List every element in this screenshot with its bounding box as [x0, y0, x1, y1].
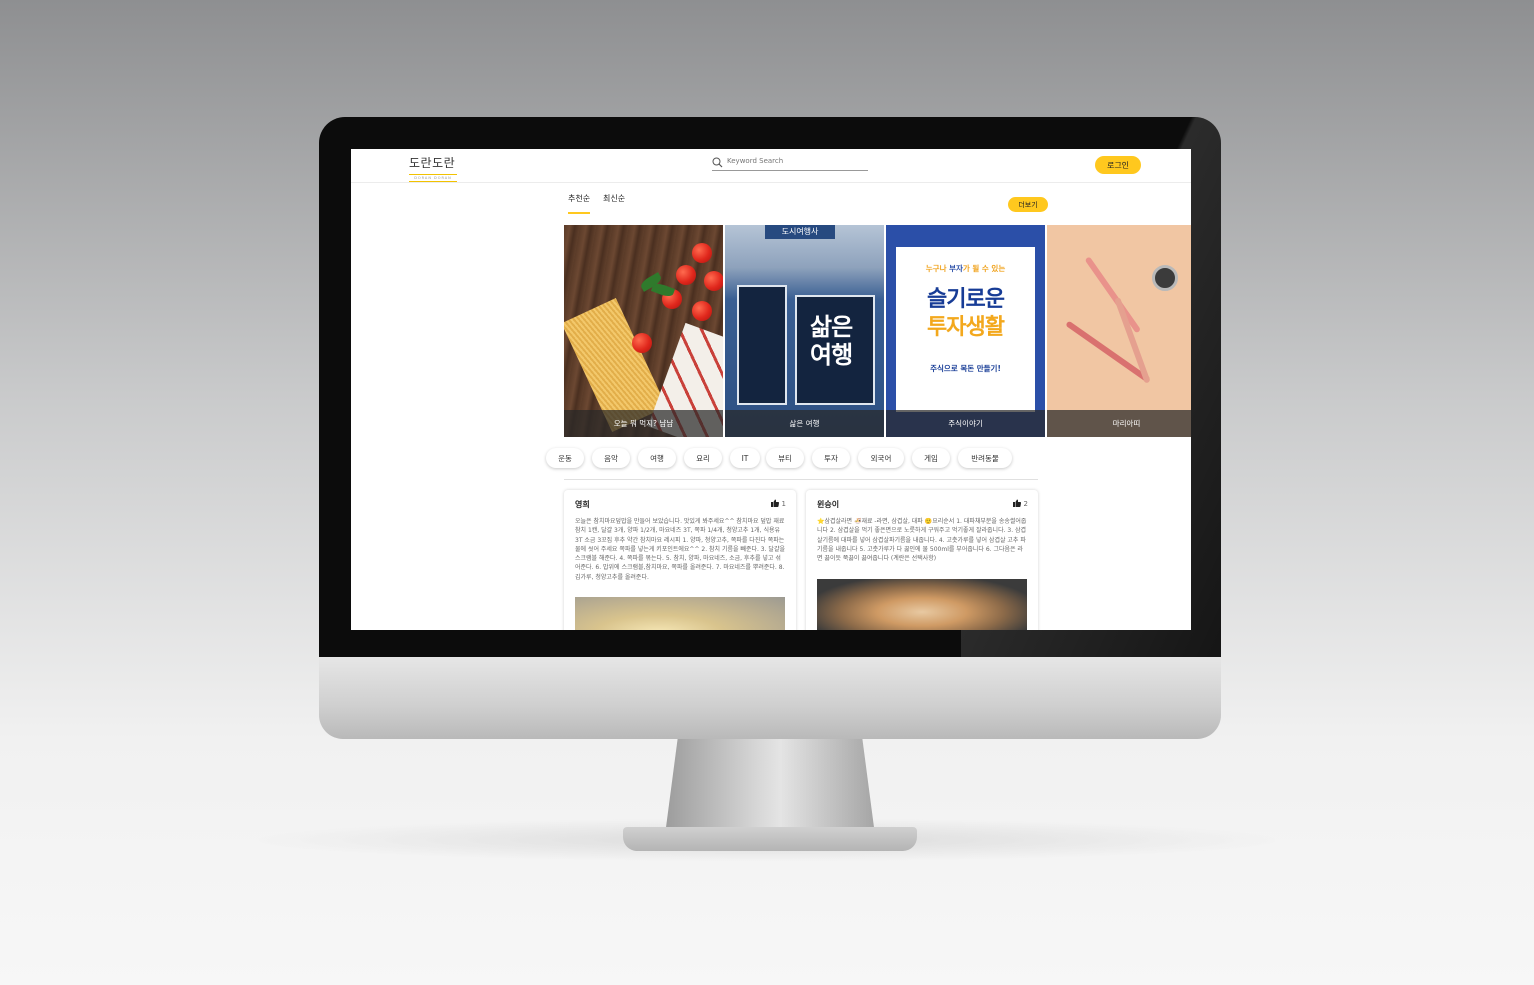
category-chip-pets[interactable]: 반려동물: [958, 448, 1012, 468]
category-chip-game[interactable]: 게임: [912, 448, 950, 468]
featured-card-invest[interactable]: 누구나 부자가 될 수 있는 슬기로운 투자생활 주식으로 목돈 만들기! 주식…: [886, 225, 1045, 437]
post-like-count: 1: [781, 500, 786, 508]
post-author: 윈승이: [817, 500, 840, 509]
category-chip-beauty[interactable]: 뷰티: [766, 448, 804, 468]
login-button[interactable]: 로그인: [1095, 156, 1141, 174]
tomato-shape: [632, 333, 652, 353]
tomato-shape: [676, 265, 696, 285]
app-screen: 도란도란 DORAN DORAN 로그인 추천순 최신순 더보기: [351, 149, 1191, 630]
category-chip-invest[interactable]: 투자: [812, 448, 850, 468]
post-likes[interactable]: 1: [770, 499, 786, 508]
featured-card-caption: 삶은 여행: [725, 410, 884, 437]
featured-card-caption: 주식이야기: [886, 410, 1045, 437]
search-bar: [712, 156, 868, 171]
search-input[interactable]: [727, 157, 865, 165]
post-thumbnail[interactable]: [817, 579, 1027, 630]
post-body: ⭐삼겹살라면 🍜재료 -라면, 삼겹살, 대파 🙂요리순서 1. 대파채부분을 …: [817, 518, 1027, 563]
logo-korean-text: 도란도란: [409, 156, 456, 170]
compact-shape: [1152, 265, 1178, 291]
post-like-count: 2: [1023, 500, 1028, 508]
section-divider: [564, 479, 1038, 480]
site-logo[interactable]: 도란도란 DORAN DORAN: [409, 152, 457, 182]
category-chip-exercise[interactable]: 운동: [546, 448, 584, 468]
search-icon: [712, 157, 723, 168]
thumbs-up-icon: [770, 499, 779, 507]
top-navigation-bar: 도란도란 DORAN DORAN 로그인: [351, 149, 1191, 183]
invest-poster-tagline: 누구나 부자가 될 수 있는: [925, 264, 1006, 273]
category-chip-cooking[interactable]: 요리: [684, 448, 722, 468]
invest-poster: 누구나 부자가 될 수 있는 슬기로운 투자생활 주식으로 목돈 만들기!: [896, 247, 1035, 412]
featured-card-travel[interactable]: 도시여행사 삶은 여행 삶은 여행: [725, 225, 884, 437]
featured-card-carousel: 오늘 뭐 먹지? 냠냠 도시여행사 삶은 여행 삶은 여행 누구나 부자가 될 …: [564, 225, 1191, 437]
post-likes[interactable]: 2: [1012, 499, 1028, 508]
category-chip-music[interactable]: 음악: [592, 448, 630, 468]
post-body: 오늘은 참치마요덮밥을 만들어 보았습니다. 맛있게 봐주세요^^ 참치마요 덮…: [575, 518, 785, 581]
tomato-shape: [692, 243, 712, 263]
monitor-stand-base: [623, 827, 917, 851]
storefront-window: [737, 285, 787, 405]
makeup-brush-shape: [1084, 256, 1142, 334]
tab-latest[interactable]: 최신순: [603, 193, 625, 212]
logo-english-text: DORAN DORAN: [409, 174, 457, 182]
featured-card-caption: 마리아띠: [1047, 410, 1191, 437]
monitor-chin: [319, 657, 1221, 739]
tomato-shape: [692, 301, 712, 321]
travel-image-text: 삶은 여행: [810, 313, 853, 369]
monitor-stand-neck: [665, 739, 875, 835]
post-card[interactable]: 영희 1 오늘은 참치마요덮밥을 만들어 보았습니다. 맛있게 봐주세요^^ 참…: [564, 490, 796, 630]
tomato-shape: [704, 271, 723, 291]
thumbs-up-icon: [1012, 499, 1021, 507]
invest-poster-subtitle: 주식으로 목돈 만들기!: [930, 364, 1001, 373]
post-author: 영희: [575, 500, 590, 509]
post-card[interactable]: 윈승이 2 ⭐삼겹살라면 🍜재료 -라면, 삼겹살, 대파 🙂요리순서 1. 대…: [806, 490, 1038, 630]
featured-card-caption: 오늘 뭐 먹지? 냠냠: [564, 410, 723, 437]
featured-card-beauty[interactable]: 마리아띠: [1047, 225, 1191, 437]
category-chip-it[interactable]: IT: [730, 448, 760, 468]
more-button[interactable]: 더보기: [1008, 197, 1048, 212]
post-thumbnail[interactable]: [575, 597, 785, 630]
featured-card-food[interactable]: 오늘 뭐 먹지? 냠냠: [564, 225, 723, 437]
tab-recommended[interactable]: 추천순: [568, 193, 591, 214]
storefront-sign: 도시여행사: [765, 225, 835, 239]
invest-poster-title-2: 투자생활: [927, 315, 1005, 340]
category-chip-travel[interactable]: 여행: [638, 448, 676, 468]
category-chip-language[interactable]: 외국어: [858, 448, 904, 468]
